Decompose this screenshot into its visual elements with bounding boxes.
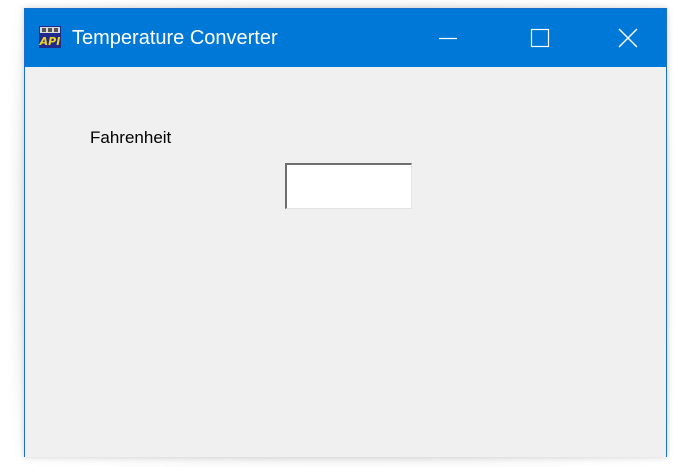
app-api-icon: API — [39, 26, 61, 48]
window-title: Temperature Converter — [72, 27, 278, 49]
close-icon — [618, 28, 638, 48]
fahrenheit-label: Fahrenheit — [90, 128, 172, 147]
minimize-button[interactable] — [402, 9, 494, 67]
maximize-icon — [530, 28, 550, 48]
svg-text:API: API — [39, 35, 60, 48]
maximize-button[interactable] — [494, 9, 586, 67]
fahrenheit-input[interactable] — [285, 163, 412, 209]
close-button[interactable] — [582, 9, 674, 67]
client-area: Fahrenheit — [25, 67, 666, 457]
app-window: API Temperature Converter Fahrenheit — [24, 8, 667, 457]
title-bar[interactable]: API Temperature Converter — [25, 9, 666, 67]
minimize-icon — [439, 37, 457, 40]
